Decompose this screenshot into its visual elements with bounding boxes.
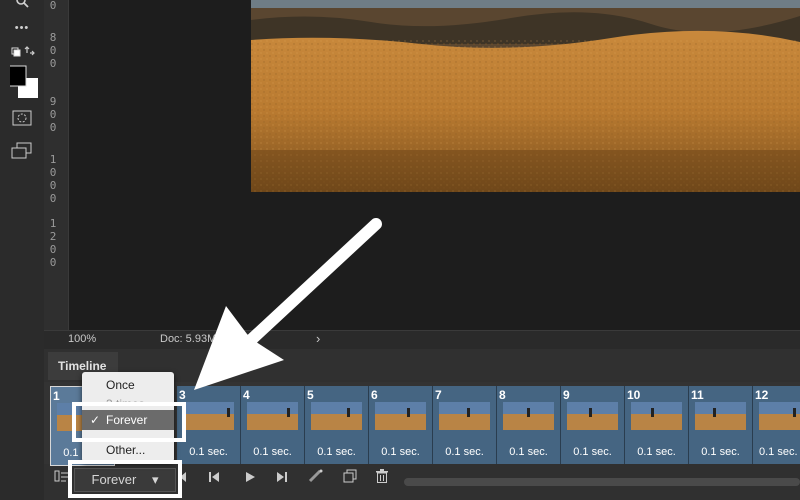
frame-number: 12 (755, 388, 769, 402)
frame-9[interactable]: 9 0.1 sec. (561, 386, 625, 464)
ruler-label: 0 (49, 0, 57, 12)
frame-thumbnail (503, 402, 554, 430)
frame-thumbnail (311, 402, 362, 430)
ruler-label: 0 (49, 192, 57, 205)
next-frame-icon[interactable] (272, 468, 292, 490)
frame-thumbnail (375, 402, 426, 430)
frame-thumbnail (247, 402, 298, 430)
frame-thumbnail (695, 402, 746, 430)
frame-number: 8 (499, 388, 506, 402)
previous-frame-icon[interactable] (204, 468, 224, 490)
frame-number: 9 (563, 388, 570, 402)
forever-menu-highlight (72, 402, 186, 442)
frame-duration[interactable]: 0.1 sec. (625, 446, 688, 458)
menu-item-once[interactable]: Once (82, 375, 174, 395)
zoom-icon[interactable] (10, 0, 34, 14)
frame-duration[interactable]: 0.1 sec. (561, 446, 624, 458)
ruler-label: 0 (49, 108, 57, 121)
frame-duration[interactable]: 0.1 sec. (759, 446, 800, 458)
ruler-label: 0 (49, 179, 57, 192)
color-swatches-icon[interactable] (5, 64, 38, 100)
frame-duration[interactable]: 0.1 sec. (433, 446, 496, 458)
frame-number: 7 (435, 388, 442, 402)
frame-duration[interactable]: 0.1 sec. (177, 446, 240, 458)
frame-12[interactable]: 12 0.1 sec. (753, 386, 800, 464)
frame-thumbnail (183, 402, 234, 430)
ruler-label: 8 (49, 31, 57, 44)
vertical-ruler: 0 8 0 0 9 0 0 1 0 0 0 1 2 0 0 (44, 0, 69, 330)
status-bar: 100% Doc: 5.93M/5.93M › (44, 330, 800, 349)
ruler-label: 0 (49, 256, 57, 269)
frame-thumbnail (759, 402, 800, 430)
trash-icon[interactable] (372, 468, 392, 490)
frame-8[interactable]: 8 0.1 sec. (497, 386, 561, 464)
ruler-label: 0 (49, 166, 57, 179)
frame-11[interactable]: 11 0.1 sec. (689, 386, 753, 464)
timeline-scrollbar[interactable] (404, 478, 800, 486)
frame-number: 10 (627, 388, 641, 402)
play-icon[interactable] (240, 468, 260, 490)
frame-duration[interactable]: 0.1 sec. (241, 446, 304, 458)
more-tools-icon[interactable]: ••• (10, 18, 34, 38)
ruler-label: 0 (49, 121, 57, 134)
ruler-label: 0 (49, 57, 57, 70)
frame-duration[interactable]: 0.1 sec. (305, 446, 368, 458)
frame-10[interactable]: 10 0.1 sec. (625, 386, 689, 464)
frame-thumbnail (631, 402, 682, 430)
duplicate-frame-icon[interactable] (340, 468, 360, 490)
annotation-arrow (194, 218, 382, 390)
ruler-label: 9 (49, 95, 57, 108)
ruler-label: 0 (49, 44, 57, 57)
frame-thumbnail (567, 402, 618, 430)
frame-number: 1 (53, 389, 60, 403)
tools-panel: ••• (0, 0, 45, 500)
quick-mask-icon[interactable] (10, 110, 34, 130)
frame-duration[interactable]: 0.1 sec. (689, 446, 752, 458)
ruler-label: 0 (49, 243, 57, 256)
frame-duration[interactable]: 0.1 sec. (369, 446, 432, 458)
ruler-label: 2 (49, 230, 57, 243)
frame-duration[interactable]: 0.1 sec. (497, 446, 560, 458)
loop-select-highlight (68, 460, 182, 498)
swap-colors-icon[interactable] (10, 44, 35, 64)
screen-mode-icon[interactable] (10, 142, 34, 162)
ruler-label: 1 (49, 153, 57, 166)
beach-photo (251, 0, 800, 192)
zoom-level[interactable]: 100% (68, 333, 96, 345)
menu-item-other[interactable]: Other... (82, 440, 174, 460)
frame-number: 11 (691, 388, 704, 402)
frame-thumbnail (439, 402, 490, 430)
tween-icon[interactable] (306, 468, 326, 490)
ruler-label: 1 (49, 217, 57, 230)
frame-7[interactable]: 7 0.1 sec. (433, 386, 497, 464)
